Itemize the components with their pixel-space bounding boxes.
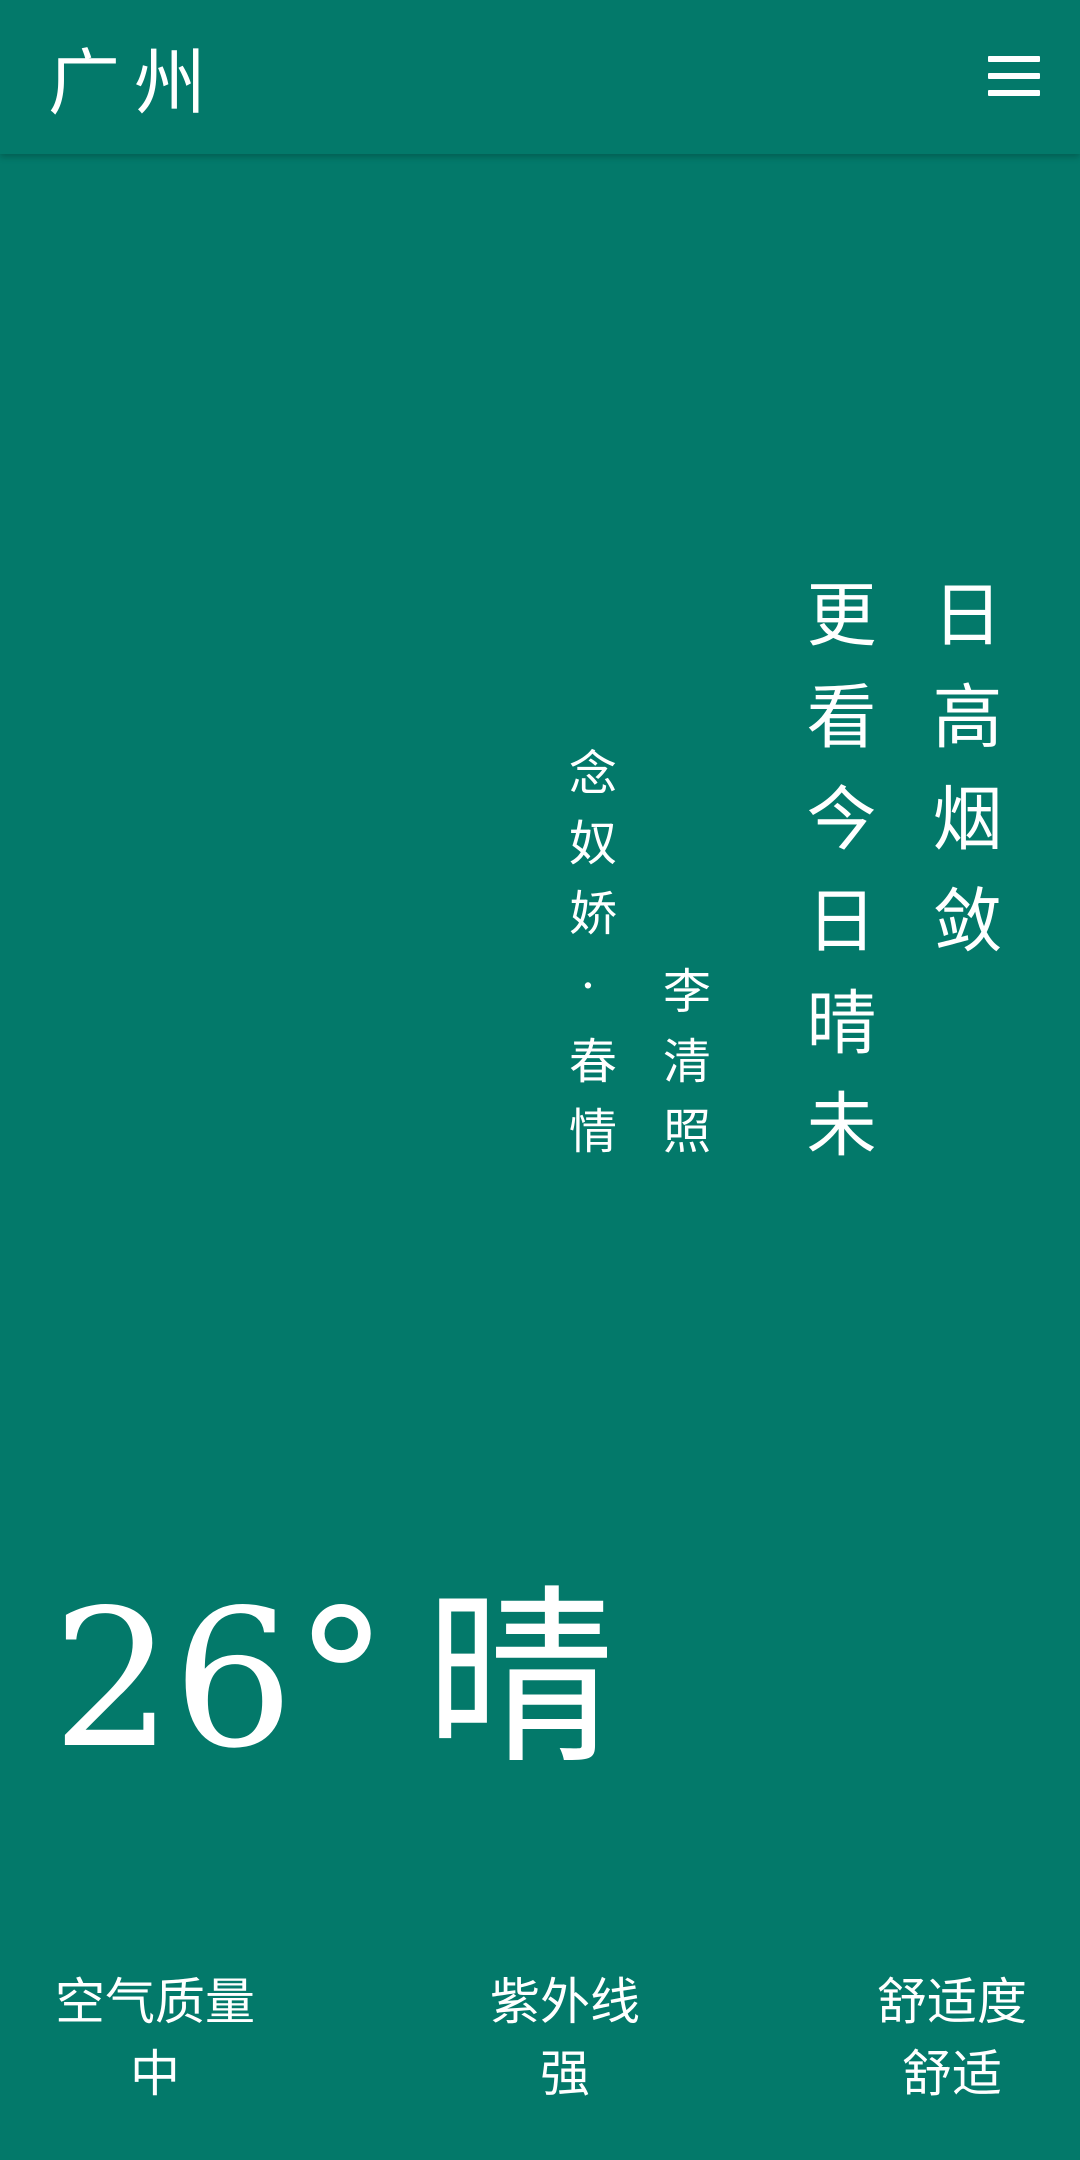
current-weather: 26° 晴: [52, 1570, 615, 1790]
menu-bar-line: [988, 56, 1040, 62]
stat-air-quality: 空气质量 中: [50, 1966, 260, 2110]
temperature: 26°: [52, 1569, 389, 1790]
city-title[interactable]: 广州: [48, 38, 220, 128]
stat-label: 空气质量: [55, 1973, 255, 2031]
hamburger-menu-icon[interactable]: [988, 56, 1040, 96]
menu-bar-line: [988, 73, 1040, 79]
poem-line-2: 更看今日晴未: [795, 578, 877, 1190]
top-app-bar: 广州: [0, 0, 1080, 154]
poem-author: 李清照: [654, 966, 710, 1176]
weather-condition: 晴: [424, 1569, 615, 1790]
stat-label: 紫外线: [490, 1973, 640, 2031]
stat-value: 强: [540, 2045, 590, 2103]
stat-uv-index: 紫外线 强: [485, 1966, 645, 2110]
stat-value: 中: [130, 2045, 180, 2103]
stat-value: 舒适: [902, 2045, 1002, 2103]
poem-title: 念奴娇·春情: [560, 748, 616, 1176]
stat-label: 舒适度: [877, 1973, 1027, 2031]
poem-line-1: 日高烟敛: [921, 578, 1003, 986]
menu-bar-line: [988, 90, 1040, 96]
stat-comfort: 舒适度 舒适: [872, 1966, 1032, 2110]
